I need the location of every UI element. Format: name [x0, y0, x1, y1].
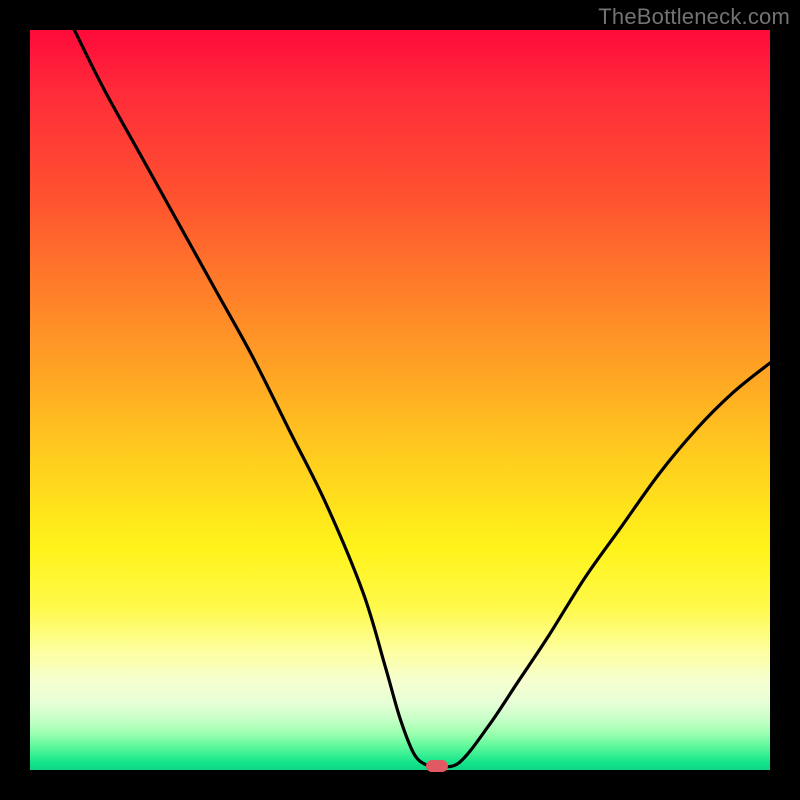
plot-area	[30, 30, 770, 770]
curve-path	[74, 30, 770, 767]
watermark-text: TheBottleneck.com	[598, 4, 790, 30]
chart-frame: TheBottleneck.com	[0, 0, 800, 800]
bottleneck-curve	[30, 30, 770, 770]
optimal-point-marker	[426, 760, 448, 772]
